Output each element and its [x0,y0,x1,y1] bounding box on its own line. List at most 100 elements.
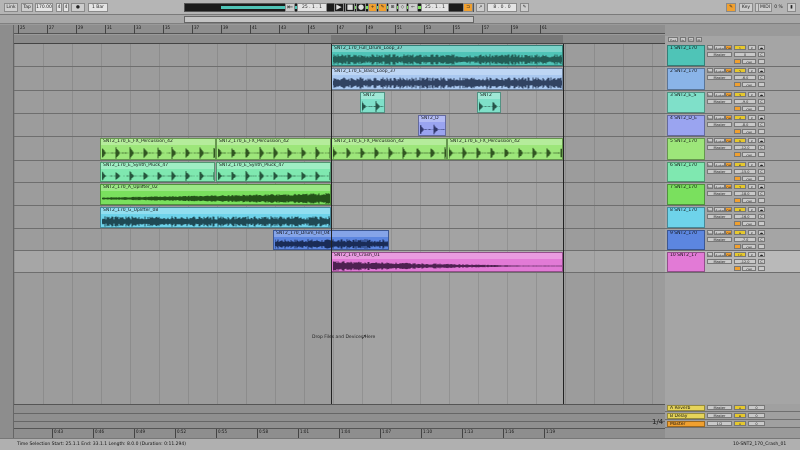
return-track-name[interactable]: Master [667,421,705,427]
send-b[interactable] [758,59,765,64]
solo-button[interactable]: S [748,68,756,73]
pan-field[interactable]: C [758,237,765,242]
loop-switch[interactable]: ⊐ [463,3,473,12]
off-button[interactable]: Off [742,152,756,157]
volume-field[interactable]: -7.0 [734,237,756,242]
monitor-off-button[interactable]: Off [725,68,732,73]
audio-clip[interactable]: SNT2 [477,92,501,113]
monitor-auto-button[interactable]: Auto [714,115,725,120]
send-a[interactable] [734,129,741,134]
volume-field[interactable]: 0 [734,52,756,57]
key-map-icon-button[interactable]: ✎ [726,3,736,12]
volume-field[interactable]: -18.0 [734,191,756,196]
send-a[interactable] [734,266,741,271]
monitor-in-button[interactable]: In [707,252,713,257]
off-button[interactable]: Off [742,198,756,203]
return-track-header[interactable]: Master 1/2 0 0 [665,420,800,428]
audio-clip[interactable]: SNT2_170_G_Uplifter_08 [100,207,331,228]
volume-field[interactable]: -12.0 [734,259,756,264]
monitor-in-button[interactable]: In [707,184,713,189]
output-routing[interactable]: Master [707,191,732,196]
monitor-auto-button[interactable]: Auto [714,252,725,257]
sends-toggle[interactable]: ⊡ [688,37,694,42]
arrangement-position[interactable]: 25 . 1 . 1 [297,3,327,12]
audio-clip[interactable]: SNT2_170_A_Uplifter_02 [100,184,331,205]
track-header[interactable]: 2 SNT2_170 In Auto Off Master 2 S ● -6.0 C Off [665,67,800,91]
return-track-name[interactable]: B Delay [667,413,705,419]
output-routing[interactable]: Master [707,122,732,127]
audio-clip[interactable]: SNT2_170_E_Synth_Pluck_47 [216,162,331,182]
solo-button[interactable]: S [748,92,756,97]
audio-clip[interactable]: SNT2_D [418,115,446,136]
output-routing[interactable]: Master [707,169,732,174]
arrangement-overview[interactable] [0,15,800,24]
track-activator[interactable]: 6 [734,162,746,167]
off-button[interactable]: Off [742,221,756,226]
arm-button[interactable]: ● [758,230,765,235]
monitor-off-button[interactable]: Off [725,138,732,143]
track-activator[interactable]: 9 [734,230,746,235]
signature-numerator[interactable]: 4 [56,3,62,12]
pan-field[interactable]: C [758,145,765,150]
monitor-auto-button[interactable]: Auto [714,138,725,143]
track-header[interactable]: 5 SNT2_170 In Auto Off Master 5 S ● -12.0 C Off [665,137,800,161]
track-name[interactable]: 8 SNT2_170 [667,207,705,228]
monitor-off-button[interactable]: Off [725,252,732,257]
stop-button[interactable]: ■ [345,3,355,12]
quantize-menu[interactable]: 1 Bar [88,3,108,12]
track-activator[interactable]: 0 [734,421,746,426]
monitor-off-button[interactable]: Off [725,230,732,235]
arm-button[interactable]: ● [758,184,765,189]
audio-clip[interactable]: SNT2_170_E_FX_Percussion_42 [216,138,331,160]
track-activator[interactable]: 4 [734,115,746,120]
track-activator[interactable]: 7 [734,184,746,189]
capture-button[interactable]: ⊞ [388,3,397,12]
volume-field[interactable]: -16.0 [734,214,756,219]
off-button[interactable]: Off [742,82,756,87]
back-button[interactable]: ← [408,3,418,12]
play-button[interactable]: ▶ [334,3,344,12]
track-header[interactable]: 4 SNT2_D_E In Auto Off Master 4 S ● -8.0 C Off [665,114,800,137]
solo-button[interactable]: S [748,230,756,235]
monitor-in-button[interactable]: In [707,115,713,120]
automation-arm-button[interactable]: ✎ [378,3,387,12]
off-button[interactable]: Off [742,244,756,249]
track-lane[interactable] [14,114,665,137]
loop-start-field[interactable]: 25 . 1 . 1 [421,3,449,12]
audio-clip[interactable]: SNT2_170_E_FX_Percussion_42 [100,138,216,160]
send-a[interactable] [734,82,741,87]
off-button[interactable]: Off [742,59,756,64]
signature-denominator[interactable]: 4 [63,3,69,12]
monitor-off-button[interactable]: Off [725,207,732,212]
track-name[interactable]: 1 SNT2_170 [667,45,705,66]
pan-field[interactable]: C [758,214,765,219]
send-a[interactable] [734,244,741,249]
output-routing[interactable]: Master [707,237,732,242]
arm-button[interactable]: ● [758,207,765,212]
off-button[interactable]: Off [742,106,756,111]
solo-button[interactable]: S [748,207,756,212]
monitor-off-button[interactable]: Off [725,115,732,120]
volume-field[interactable]: 0 [748,405,765,410]
volume-field[interactable]: -9.0 [734,99,756,104]
track-name[interactable]: 7 SNT2_170 [667,184,705,205]
arm-button[interactable]: ● [758,162,765,167]
volume-field[interactable]: -8.0 [734,122,756,127]
pan-field[interactable]: C [758,169,765,174]
send-b[interactable] [758,176,765,181]
beat-time-ruler[interactable]: 25 27 29 31 33 35 37 39 41 43 45 47 49 51 53 55 57 59 61 [14,25,665,34]
metronome-button[interactable]: ● [71,3,85,12]
tempo-field[interactable]: 170.00 [35,3,53,12]
output-routing[interactable]: Master [707,413,732,418]
send-a[interactable] [734,176,741,181]
volume-field[interactable]: -12.0 [734,145,756,150]
track-activator[interactable]: 8 [734,207,746,212]
track-header[interactable]: 8 SNT2_170 In Auto Off Master 8 S ● -16.0 C Off [665,206,800,229]
track-name[interactable]: 4 SNT2_D_E [667,115,705,136]
output-routing[interactable]: Master [707,214,732,219]
send-b[interactable] [758,244,765,249]
track-activator[interactable]: 1 [734,45,746,50]
send-b[interactable] [758,106,765,111]
monitor-auto-button[interactable]: Auto [714,230,725,235]
send-b[interactable] [758,221,765,226]
